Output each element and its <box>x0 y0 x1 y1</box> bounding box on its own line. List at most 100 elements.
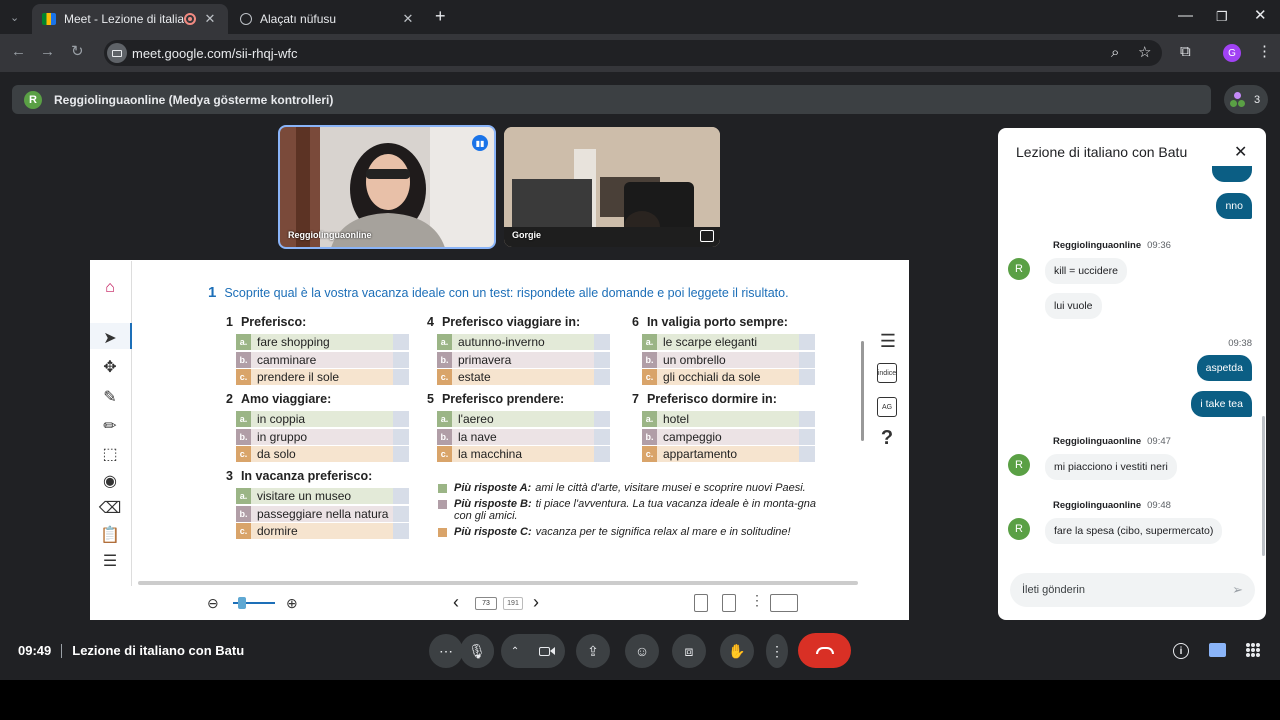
video-options-button[interactable]: ⌃ <box>501 634 565 668</box>
close-tab-icon[interactable]: ✕ <box>400 11 416 27</box>
option-letter: b. <box>236 505 251 522</box>
participant-tile-reggiolinguaonline[interactable]: ▮▮ Reggiolinguaonline <box>278 125 496 249</box>
chat-input[interactable]: İleti gönderin ➢ <box>1010 573 1255 607</box>
tab-search-chevron-icon[interactable]: ⌄ <box>10 10 19 26</box>
meeting-details-icon[interactable]: i <box>1173 643 1189 659</box>
home-icon[interactable]: ⌂ <box>90 279 130 297</box>
address-bar[interactable]: meet.google.com/sii-rhqj-wfc ⌕ ☆ <box>104 40 1162 66</box>
answer-option[interactable]: a. visitare un museo <box>236 488 409 504</box>
raise-hand-button[interactable]: ✋ <box>720 634 754 668</box>
answer-option[interactable]: b. un ombrello <box>642 351 815 368</box>
answer-option[interactable]: c. prendere il sole <box>236 369 409 385</box>
ag-button[interactable]: AG <box>877 397 897 417</box>
clipboard-tool-icon[interactable]: 📋 <box>90 525 130 545</box>
activities-grid-icon[interactable] <box>1246 643 1260 657</box>
view-options-icon[interactable]: ⋮ <box>750 592 764 609</box>
answer-option[interactable]: c. dormire <box>236 523 409 539</box>
microphone-button[interactable]: 🎙 <box>460 634 494 668</box>
pointer-tool-icon[interactable]: ➤ <box>90 328 130 348</box>
participants-button[interactable]: 3 <box>1224 85 1268 114</box>
answer-option[interactable]: c. la macchina <box>437 446 610 462</box>
back-icon[interactable]: ← <box>11 44 26 60</box>
answer-option[interactable]: b. campeggio <box>642 428 815 445</box>
move-tool-icon[interactable]: ✥ <box>90 357 130 377</box>
tab-meet[interactable]: Meet - Lezione di italiano c ✕ <box>32 4 228 34</box>
close-chat-icon[interactable]: ✕ <box>1234 142 1247 162</box>
answer-option[interactable]: b. in gruppo <box>236 428 409 445</box>
question-title: 2 Amo viaggiare: <box>226 392 409 406</box>
zoom-slider-handle[interactable] <box>238 597 246 609</box>
option-text: da solo <box>251 446 409 462</box>
help-icon[interactable]: ? <box>867 427 907 450</box>
answer-option[interactable]: b. camminare <box>236 351 409 368</box>
captions-button[interactable]: ⧈ <box>672 634 706 668</box>
minimize-icon[interactable]: — <box>1178 8 1193 24</box>
meeting-title: Lezione di italiano con Batu <box>72 643 245 658</box>
zoom-icon[interactable]: ⌕ <box>1111 45 1119 61</box>
profile-avatar[interactable]: G <box>1223 44 1241 62</box>
spotlight-tool-icon[interactable]: ◉ <box>90 471 130 491</box>
double-page-view-icon[interactable] <box>770 594 798 612</box>
extensions-icon[interactable]: ⧉ <box>1180 44 1191 60</box>
crop-tool-icon[interactable]: ⬚ <box>90 444 130 464</box>
single-page-view-icon[interactable] <box>694 594 708 612</box>
present-screen-button[interactable]: ⇪ <box>576 634 610 668</box>
option-text: primavera <box>452 351 610 368</box>
close-tab-icon[interactable]: ✕ <box>202 11 218 27</box>
answer-option[interactable]: a. l'aereo <box>437 411 610 427</box>
question-title: 7 Preferisco dormire in: <box>632 392 815 406</box>
answer-option[interactable]: c. gli occhiali da sole <box>642 369 815 385</box>
notes-tool-icon[interactable]: ☰ <box>90 551 130 571</box>
question-text: Preferisco dormire in: <box>646 392 777 406</box>
end-call-button[interactable] <box>798 633 851 668</box>
new-tab-icon[interactable]: + <box>435 7 446 25</box>
browser-menu-icon[interactable]: ⋮ <box>1257 44 1272 60</box>
eraser-tool-icon[interactable]: ⌫ <box>90 498 130 518</box>
forward-icon[interactable]: → <box>40 44 55 60</box>
answer-option[interactable]: a. hotel <box>642 411 815 427</box>
list-icon[interactable]: ☰ <box>868 331 908 352</box>
index-button[interactable]: indice <box>877 363 897 383</box>
answer-option[interactable]: c. da solo <box>236 446 409 462</box>
send-icon[interactable]: ➢ <box>1232 582 1243 598</box>
chat-scrollbar[interactable] <box>1262 416 1265 556</box>
emoji-reactions-button[interactable]: ☺ <box>625 634 659 668</box>
answer-option[interactable]: a. fare shopping <box>236 334 409 350</box>
answer-option[interactable]: b. la nave <box>437 428 610 445</box>
answer-option[interactable]: a. in coppia <box>236 411 409 427</box>
more-options-left-button[interactable]: ⋯ <box>429 634 463 668</box>
participant-tile-gorgie[interactable]: Gorgie <box>504 127 720 247</box>
reload-icon[interactable]: ↻ <box>71 44 84 60</box>
option-text: gli occhiali da sole <box>657 369 815 385</box>
chat-panel: Lezione di italiano con Batu ✕ nno Reggi… <box>998 128 1266 620</box>
tile-options-icon[interactable] <box>700 230 714 242</box>
bookmark-star-icon[interactable]: ☆ <box>1138 45 1151 61</box>
page-current[interactable]: 73 <box>475 597 497 610</box>
site-info-icon[interactable] <box>107 43 127 63</box>
tab-strip: ⌄ Meet - Lezione di italiano c ✕ Alaçatı… <box>0 0 1280 34</box>
previous-page-icon[interactable]: ‹ <box>453 592 459 613</box>
answer-option[interactable]: a. autunno-inverno <box>437 334 610 350</box>
answer-option[interactable]: a. le scarpe eleganti <box>642 334 815 350</box>
page-width-view-icon[interactable] <box>722 594 736 612</box>
horizontal-scrollbar[interactable] <box>138 581 858 585</box>
vertical-scrollbar[interactable] <box>861 341 864 441</box>
presentation-controls-bar[interactable]: R Reggiolinguaonline (Medya gösterme kon… <box>12 85 1211 114</box>
pencil-tool-icon[interactable]: ✏ <box>90 416 130 436</box>
window-close-icon[interactable]: ✕ <box>1254 8 1267 24</box>
answer-option[interactable]: c. estate <box>437 369 610 385</box>
pen-tool-icon[interactable]: ✎ <box>90 387 130 407</box>
zoom-out-icon[interactable]: ⊖ <box>207 595 219 612</box>
tab-alacati[interactable]: Alaçatı nüfusu ✕ <box>230 4 426 34</box>
maximize-icon[interactable]: ❐ <box>1216 9 1228 25</box>
zoom-in-icon[interactable]: ⊕ <box>286 595 298 612</box>
next-page-icon[interactable]: › <box>533 592 539 613</box>
chat-message-them: fare la spesa (cibo, supermercato) <box>1045 518 1223 544</box>
answer-option[interactable]: c. appartamento <box>642 446 815 462</box>
option-text: passeggiare nella natura <box>251 505 409 522</box>
answer-option[interactable]: b. passeggiare nella natura <box>236 505 409 522</box>
more-options-button[interactable]: ⋮ <box>766 634 788 668</box>
chat-icon[interactable] <box>1209 643 1226 657</box>
option-text: l'aereo <box>452 411 610 427</box>
answer-option[interactable]: b. primavera <box>437 351 610 368</box>
